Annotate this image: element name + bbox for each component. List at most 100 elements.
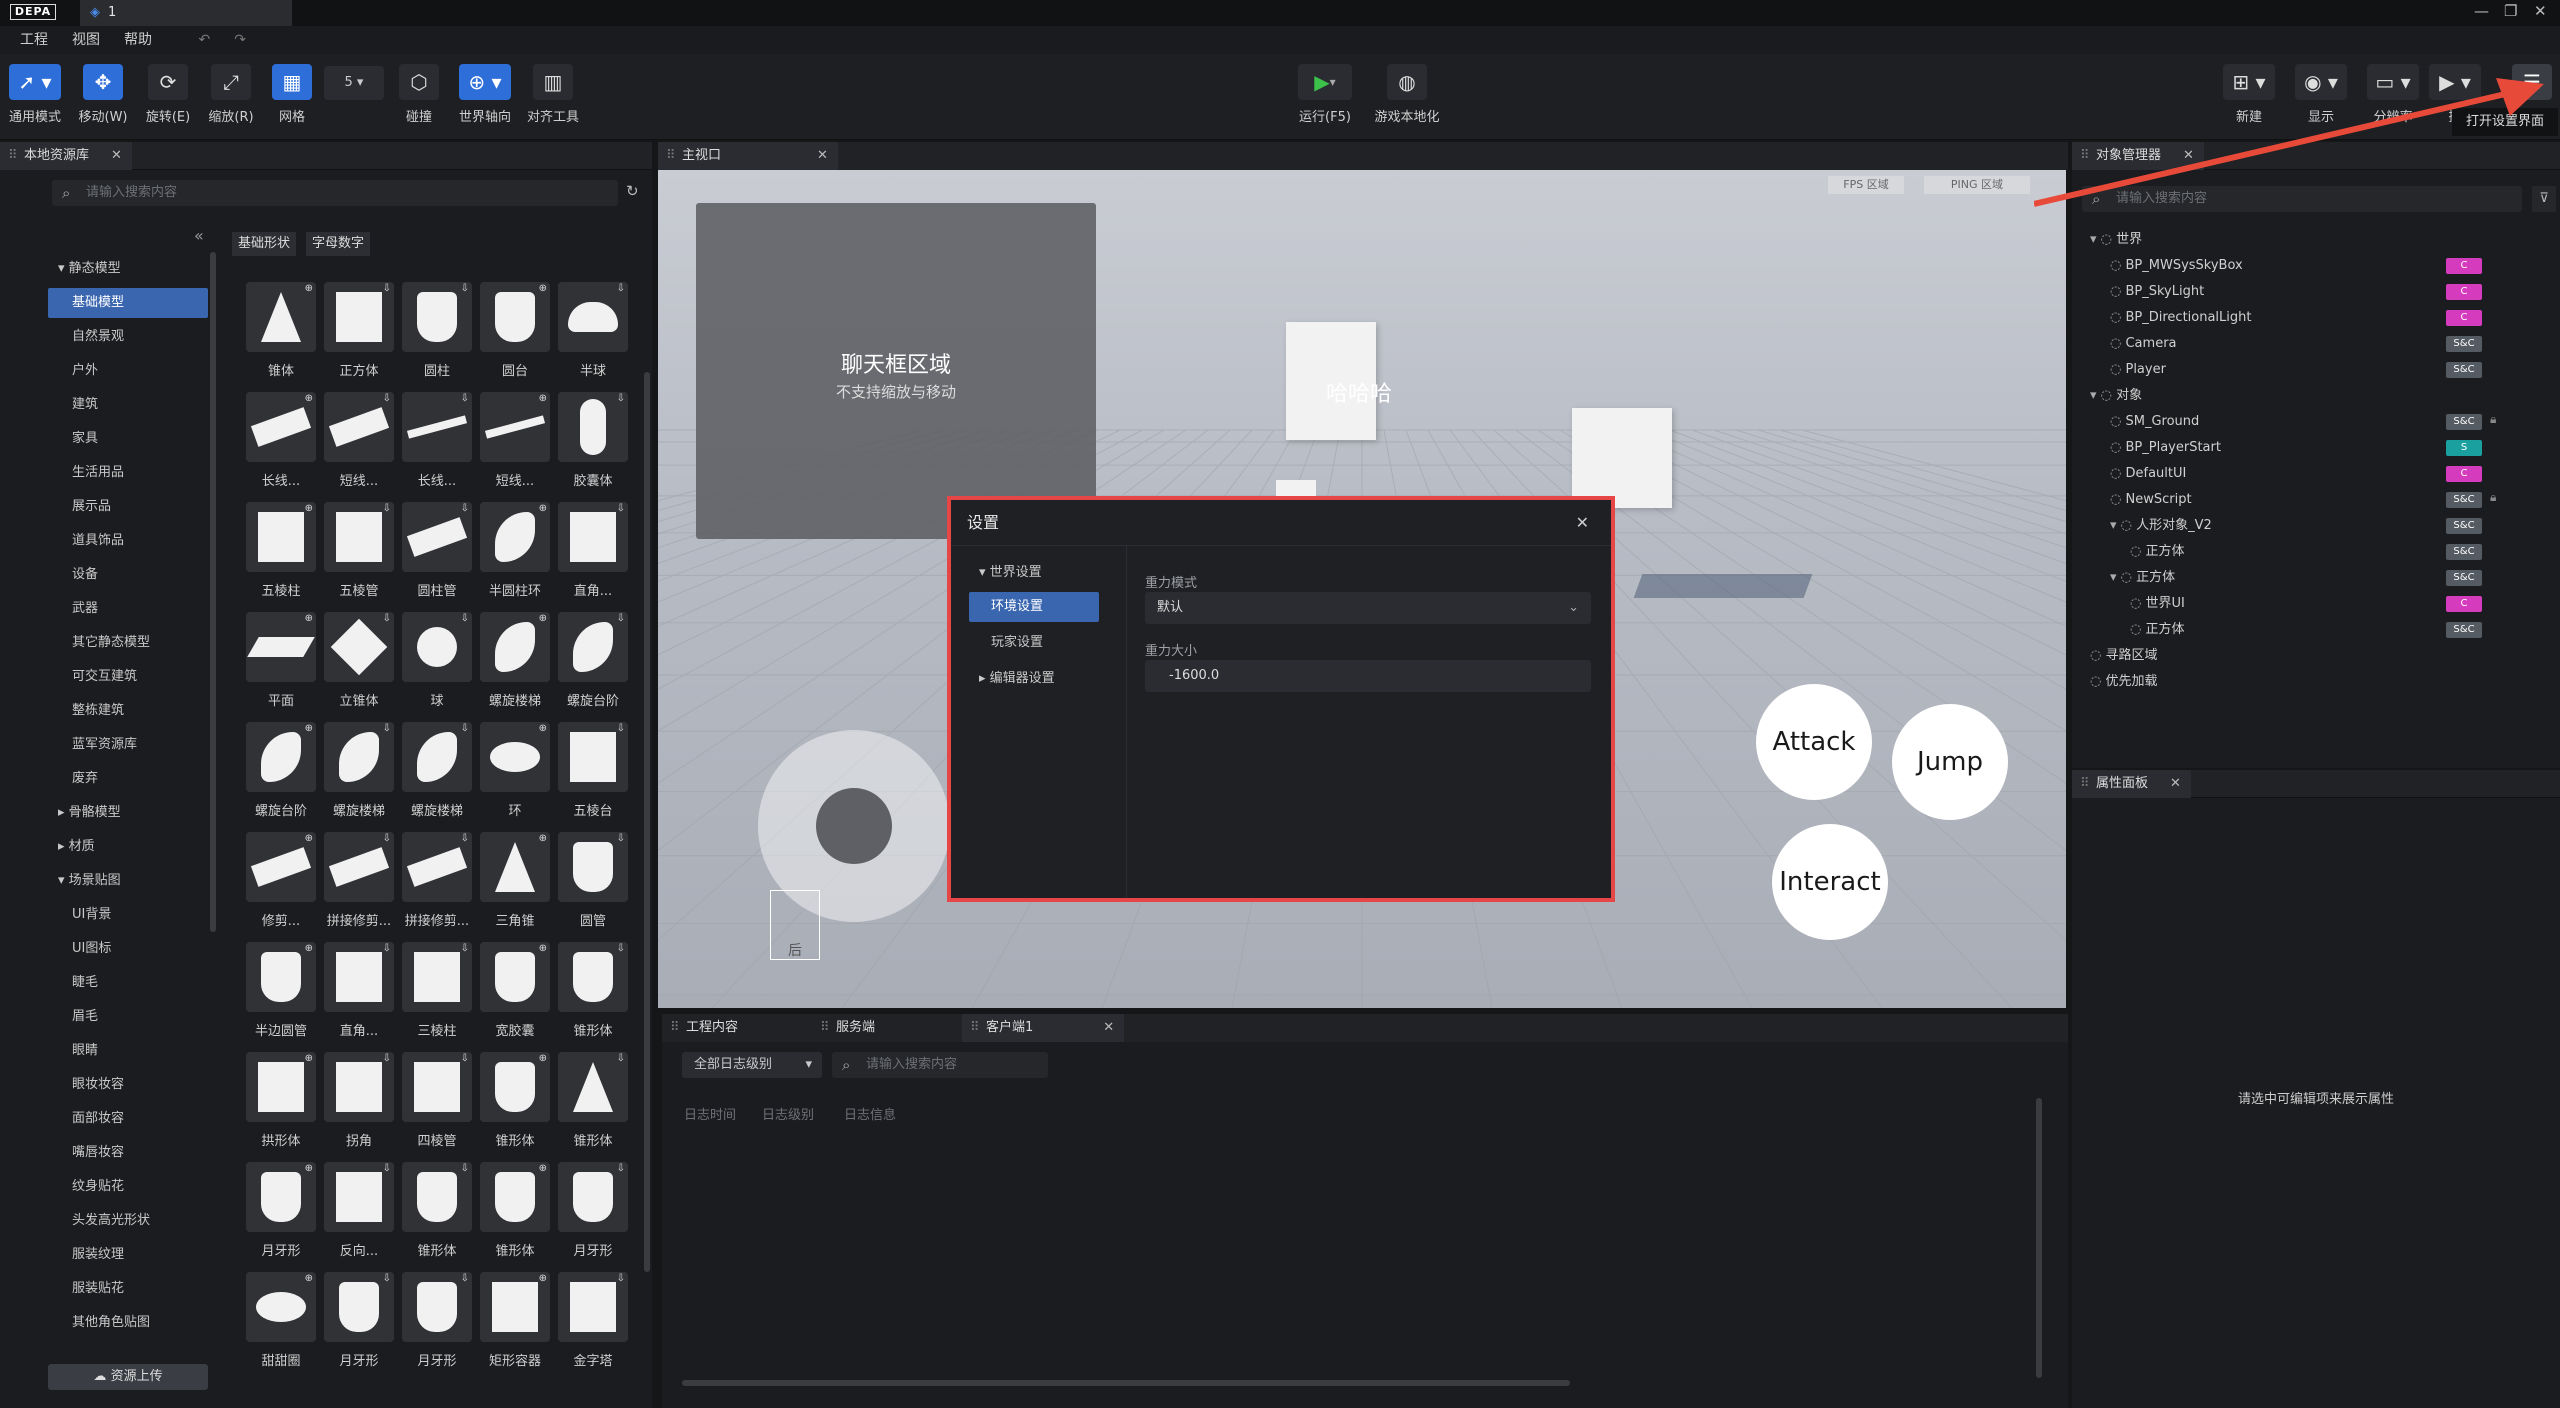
category-item[interactable]: 整栋建筑 xyxy=(48,696,208,726)
asset-item[interactable]: ⇩ 直角... xyxy=(324,942,394,1039)
category-item[interactable]: ▾ 静态模型 xyxy=(48,254,208,284)
close-icon[interactable]: ✕ xyxy=(2170,776,2181,791)
asset-item[interactable]: ⇩ 拐角 xyxy=(324,1052,394,1149)
minimize-icon[interactable]: — xyxy=(2474,2,2489,20)
zoom-icon[interactable]: ⊕ xyxy=(539,393,547,404)
close-icon[interactable]: ✕ xyxy=(111,148,122,163)
zoom-icon[interactable]: ⊕ xyxy=(539,833,547,844)
asset-item[interactable]: ⇩ 正方体 xyxy=(324,282,394,379)
category-item[interactable]: 基础模型 xyxy=(48,288,208,318)
asset-item[interactable]: ⊕ 锥形体 xyxy=(480,1162,550,1259)
log-hscrollbar[interactable] xyxy=(682,1380,1570,1386)
asset-item[interactable]: ⊕ 圆台 xyxy=(480,282,550,379)
category-item[interactable]: 自然景观 xyxy=(48,322,208,352)
refresh-icon[interactable]: ↻ xyxy=(626,182,639,200)
category-item[interactable]: 道具饰品 xyxy=(48,526,208,556)
run-button[interactable]: ▶ ▾ 运行(F5) xyxy=(1290,64,1360,125)
zoom-icon[interactable]: ⊕ xyxy=(539,943,547,954)
category-item[interactable]: 其他角色贴图 xyxy=(48,1308,208,1338)
collapse-icon[interactable]: « xyxy=(194,226,204,245)
download-icon[interactable]: ⇩ xyxy=(617,1273,625,1284)
asset-item[interactable]: ⊕ 三角锥 xyxy=(480,832,550,929)
maximize-icon[interactable]: ❐ xyxy=(2504,2,2517,20)
asset-item[interactable]: ⇩ 长线... xyxy=(402,392,472,489)
collision-button[interactable]: ⬡ 碰撞 xyxy=(384,64,454,125)
download-icon[interactable]: ⇩ xyxy=(617,723,625,734)
zoom-icon[interactable]: ⊕ xyxy=(305,1273,313,1284)
align-button[interactable]: ▥ 对齐工具 xyxy=(518,64,588,125)
download-icon[interactable]: ⇩ xyxy=(461,1273,469,1284)
asset-item[interactable]: ⇩ 月牙形 xyxy=(402,1272,472,1369)
download-icon[interactable]: ⇩ xyxy=(461,1053,469,1064)
category-item[interactable]: 展示品 xyxy=(48,492,208,522)
asset-item[interactable]: ⇩ 圆柱管 xyxy=(402,502,472,599)
download-icon[interactable]: ⇩ xyxy=(617,833,625,844)
log-scrollbar[interactable] xyxy=(2036,1098,2042,1378)
menu-help[interactable]: 帮助 xyxy=(112,26,164,54)
download-icon[interactable]: ⇩ xyxy=(383,1163,391,1174)
tree-item[interactable]: ◌ 世界UI xyxy=(2130,592,2185,616)
tab-server[interactable]: ⠿ 服务端 xyxy=(812,1014,962,1042)
category-item[interactable]: 服装贴花 xyxy=(48,1274,208,1304)
asset-item[interactable]: ⇩ 月牙形 xyxy=(558,1162,628,1259)
download-icon[interactable]: ⇩ xyxy=(461,1163,469,1174)
asset-item[interactable]: ⊕ 短线... xyxy=(480,392,550,489)
tab-client1[interactable]: ⠿ 客户端1 ✕ xyxy=(962,1014,1125,1042)
grid-button[interactable]: ▦ 网格 xyxy=(257,64,327,125)
category-item[interactable]: 蓝军资源库 xyxy=(48,730,208,760)
asset-item[interactable]: ⊕ 半圆柱环 xyxy=(480,502,550,599)
redo-icon[interactable]: ↷ xyxy=(222,26,258,54)
project-tab[interactable]: ◈ 1 xyxy=(80,0,292,26)
upload-button[interactable]: ☁ 资源上传 xyxy=(48,1364,208,1390)
download-icon[interactable]: ⇩ xyxy=(617,283,625,294)
zoom-icon[interactable]: ⊕ xyxy=(305,1163,313,1174)
close-icon[interactable]: ✕ xyxy=(817,148,828,163)
category-item[interactable]: 眼妆妆容 xyxy=(48,1070,208,1100)
tree-item[interactable]: ◌ 正方体 xyxy=(2130,618,2185,642)
jump-button[interactable]: Jump xyxy=(1892,704,2008,820)
category-item[interactable]: 设备 xyxy=(48,560,208,590)
asset-item[interactable]: ⇩ 锥形体 xyxy=(402,1162,472,1259)
asset-item[interactable]: ⇩ 胶囊体 xyxy=(558,392,628,489)
gravity-size-input[interactable]: -1600.0 xyxy=(1145,660,1591,692)
tree-item[interactable]: ◌ Camera xyxy=(2110,332,2177,356)
asset-item[interactable]: ⇩ 半球 xyxy=(558,282,628,379)
category-item[interactable]: 睫毛 xyxy=(48,968,208,998)
asset-item[interactable]: ⊕ 月牙形 xyxy=(246,1162,316,1259)
asset-item[interactable]: ⇩ 五棱台 xyxy=(558,722,628,819)
asset-tab[interactable]: ⠿ 本地资源库 ✕ xyxy=(0,142,132,170)
category-item[interactable]: ▸ 骨骼模型 xyxy=(48,798,208,828)
tree-item[interactable]: ◌ 优先加载 xyxy=(2090,670,2158,694)
asset-item[interactable]: ⊕ 螺旋台阶 xyxy=(246,722,316,819)
asset-item[interactable]: ⊕ 拱形体 xyxy=(246,1052,316,1149)
category-item[interactable]: 家具 xyxy=(48,424,208,454)
download-icon[interactable]: ⇩ xyxy=(461,503,469,514)
asset-item[interactable]: ⊕ 矩形容器 xyxy=(480,1272,550,1369)
zoom-icon[interactable]: ⊕ xyxy=(305,283,313,294)
tree-item[interactable]: ◌ Player xyxy=(2110,358,2166,382)
localize-button[interactable]: ◍ 游戏本地化 xyxy=(1372,64,1442,125)
category-item[interactable]: 户外 xyxy=(48,356,208,386)
asset-item[interactable]: ⇩ 金字塔 xyxy=(558,1272,628,1369)
lock-icon[interactable]: 🔒︎ xyxy=(2490,490,2496,505)
zoom-icon[interactable]: ⊕ xyxy=(305,613,313,624)
asset-item[interactable]: ⊕ 五棱柱 xyxy=(246,502,316,599)
log-search-input[interactable]: 请输入搜索内容 xyxy=(832,1052,1048,1078)
asset-item[interactable]: ⊕ 甜甜圈 xyxy=(246,1272,316,1369)
zoom-icon[interactable]: ⊕ xyxy=(539,723,547,734)
zoom-icon[interactable]: ⊕ xyxy=(305,723,313,734)
zoom-icon[interactable]: ⊕ xyxy=(305,393,313,404)
grid-size-select[interactable]: 5 ▾ xyxy=(324,66,384,100)
asset-item[interactable]: ⇩ 拼接修剪... xyxy=(324,832,394,929)
select-mode-button[interactable]: ➚ ▾ 通用模式 xyxy=(0,64,70,125)
asset-item[interactable]: ⇩ 短线... xyxy=(324,392,394,489)
asset-item[interactable]: ⇩ 螺旋台阶 xyxy=(558,612,628,709)
nav-player-settings[interactable]: 玩家设置 xyxy=(969,628,1099,658)
download-icon[interactable]: ⇩ xyxy=(617,1053,625,1064)
asset-item[interactable]: ⇩ 三棱柱 xyxy=(402,942,472,1039)
category-item[interactable]: 纹身贴花 xyxy=(48,1172,208,1202)
category-item[interactable]: 嘴唇妆容 xyxy=(48,1138,208,1168)
category-item[interactable]: 眉毛 xyxy=(48,1002,208,1032)
category-item[interactable]: 眼睛 xyxy=(48,1036,208,1066)
category-item[interactable]: 面部妆容 xyxy=(48,1104,208,1134)
